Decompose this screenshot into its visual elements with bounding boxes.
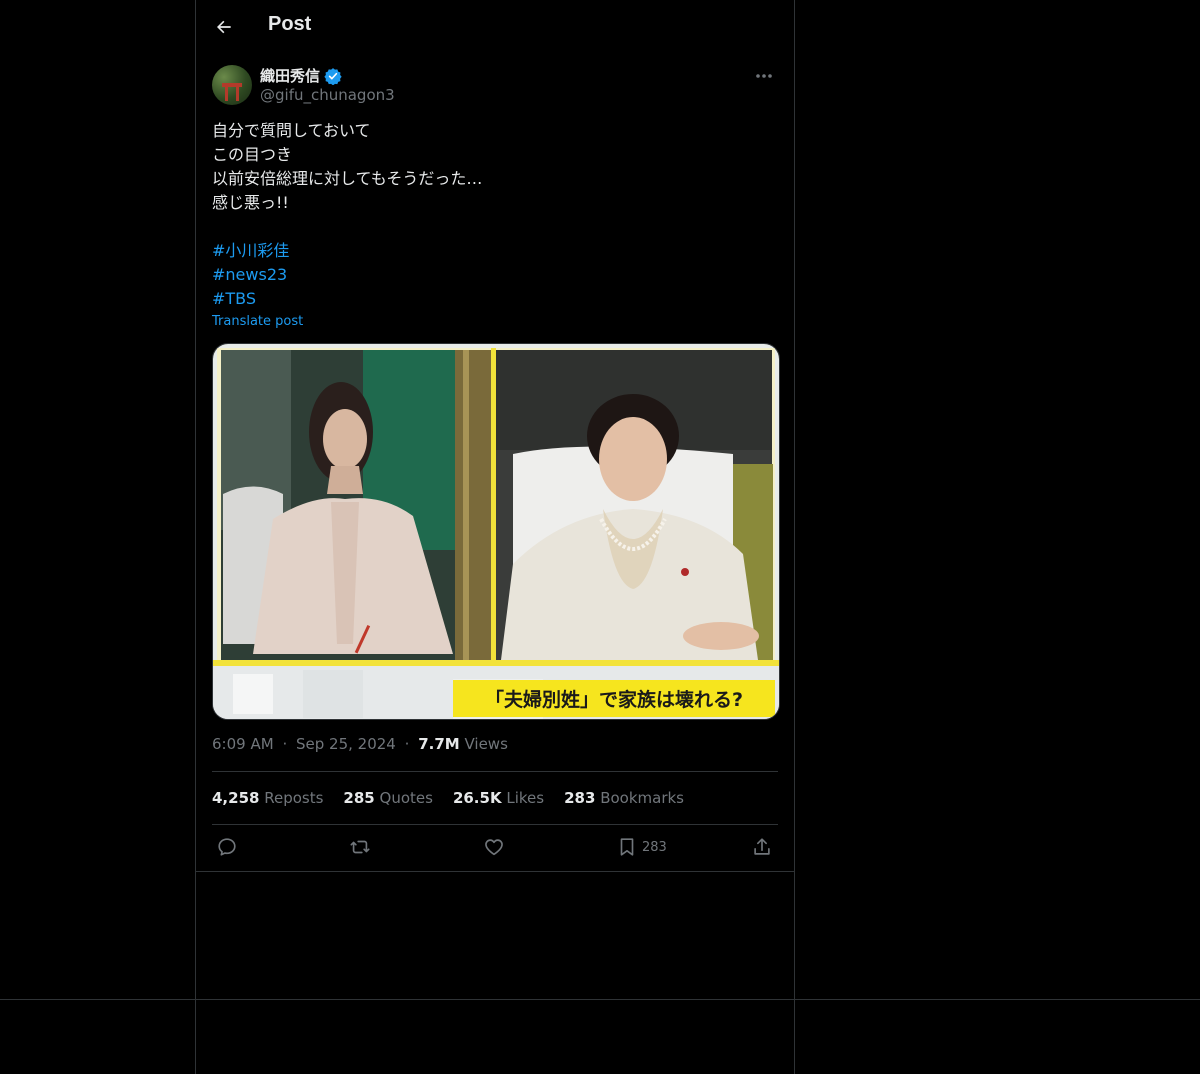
hashtag-link[interactable]: #小川彩佳 xyxy=(212,239,778,263)
post-column: Post 織田秀信 @gifu_chunagon3 自分で質問しておいて この目… xyxy=(196,0,794,872)
arrow-left-icon xyxy=(217,20,231,34)
like-button[interactable] xyxy=(483,836,505,858)
engagement-stats: 4,258 Reposts 285 Quotes 26.5K Likes 283… xyxy=(212,789,684,807)
post-meta: 6:09 AM · Sep 25, 2024 · 7.7M Views xyxy=(212,735,508,753)
likes-count: 26.5K xyxy=(452,789,502,807)
repost-icon xyxy=(350,840,370,854)
avatar[interactable] xyxy=(212,65,252,105)
more-options-button[interactable] xyxy=(750,64,778,88)
quotes-stat[interactable]: 285 Quotes xyxy=(343,789,433,807)
tv-caption: 「夫婦別姓」で家族は壊れる? xyxy=(485,688,743,711)
action-bar: 283 xyxy=(212,834,778,864)
post-header: Post xyxy=(196,0,794,54)
post-time[interactable]: 6:09 AM xyxy=(212,735,274,753)
views-label: Views xyxy=(464,735,508,753)
translate-post-link[interactable]: Translate post xyxy=(212,314,303,329)
bookmarks-label: Bookmarks xyxy=(600,789,684,807)
likes-label: Likes xyxy=(506,789,545,807)
tweet-text: 自分で質問しておいて この目つき 以前安倍総理に対してもそうだった… 感じ悪っ!… xyxy=(212,119,778,311)
column-border-right xyxy=(794,0,795,1074)
reposts-count: 4,258 xyxy=(212,789,260,807)
quotes-count: 285 xyxy=(343,789,375,807)
page-title: Post xyxy=(268,13,312,35)
bookmarks-count: 283 xyxy=(564,789,596,807)
reply-button[interactable] xyxy=(216,836,238,858)
tweet-media-image[interactable]: 「夫婦別姓」で家族は壊れる? xyxy=(212,343,780,720)
reposts-label: Reposts xyxy=(264,789,324,807)
likes-stat[interactable]: 26.5K Likes xyxy=(453,789,544,807)
hashtag-link[interactable]: #news23 xyxy=(212,263,778,287)
divider xyxy=(212,771,778,772)
meta-separator: · xyxy=(282,735,288,753)
tweet-line: 感じ悪っ!! xyxy=(212,193,289,212)
author-block: 織田秀信 @gifu_chunagon3 xyxy=(212,64,778,108)
tweet-line: 以前安倍総理に対してもそうだった… xyxy=(212,169,483,188)
reply-icon xyxy=(218,838,236,856)
post-date[interactable]: Sep 25, 2024 xyxy=(296,735,396,753)
author-handle[interactable]: @gifu_chunagon3 xyxy=(260,86,395,104)
divider xyxy=(212,824,778,825)
bookmark-button[interactable]: 283 xyxy=(616,836,667,858)
more-dots-icon xyxy=(756,74,772,78)
bookmark-icon xyxy=(620,838,634,856)
reposts-stat[interactable]: 4,258 Reposts xyxy=(212,789,323,807)
tv-screenshot-image: 「夫婦別姓」で家族は壊れる? xyxy=(213,344,779,719)
repost-button[interactable] xyxy=(349,836,371,858)
tweet-line: この目つき xyxy=(212,145,293,164)
bottom-divider xyxy=(0,999,1200,1000)
tweet-line: 自分で質問しておいて xyxy=(212,121,371,140)
meta-separator: · xyxy=(404,735,410,753)
divider xyxy=(196,871,794,872)
quotes-label: Quotes xyxy=(379,789,433,807)
verified-badge-icon xyxy=(324,67,342,85)
views-count: 7.7M xyxy=(418,735,460,753)
hashtag-link[interactable]: #TBS xyxy=(212,287,778,311)
display-name[interactable]: 織田秀信 xyxy=(260,65,320,86)
column-border-left xyxy=(195,0,196,1074)
share-icon xyxy=(754,838,770,855)
bookmark-count: 283 xyxy=(642,839,667,855)
back-button[interactable] xyxy=(210,13,238,41)
heart-icon xyxy=(485,839,503,856)
author-name-row: 織田秀信 xyxy=(260,65,342,86)
bookmarks-stat[interactable]: 283 Bookmarks xyxy=(564,789,684,807)
share-button[interactable] xyxy=(751,836,773,858)
